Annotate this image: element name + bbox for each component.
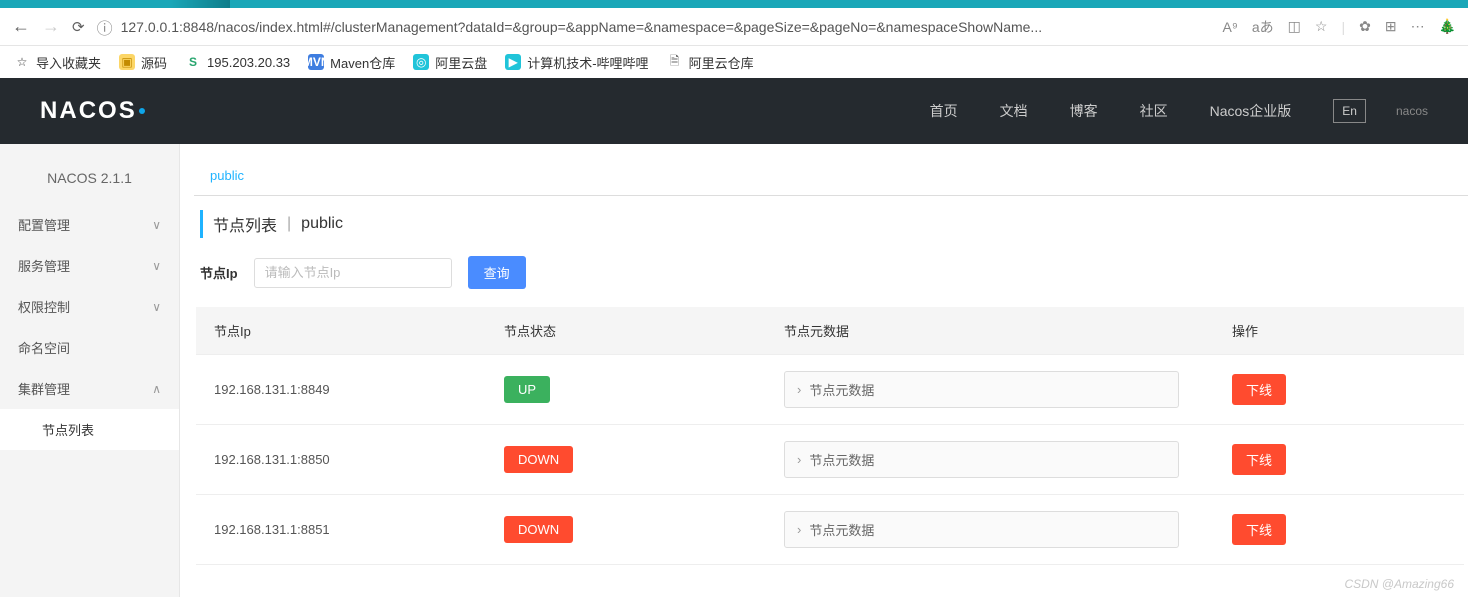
bookmark-folder-source[interactable]: ▣源码 — [119, 53, 167, 72]
nav-community[interactable]: 社区 — [1140, 101, 1168, 121]
col-action: 操作 — [1214, 307, 1464, 355]
namespace-tab-public[interactable]: public — [204, 158, 250, 195]
cell-meta: ›节点元数据 — [766, 425, 1214, 495]
table-row: 192.168.131.1:8851 DOWN ›节点元数据 下线 — [196, 495, 1464, 565]
nav-blog[interactable]: 博客 — [1070, 101, 1098, 121]
read-aloud-icon[interactable]: A⁹ — [1223, 19, 1238, 35]
bookmark-ip[interactable]: S195.203.20.33 — [185, 54, 290, 70]
address-bar[interactable]: ⓘ 127.0.0.1:8848/nacos/index.html#/clust… — [97, 15, 1211, 39]
metadata-toggle[interactable]: ›节点元数据 — [784, 441, 1179, 478]
browser-tab-strip — [0, 0, 1468, 8]
sidebar-item-config[interactable]: 配置管理∨ — [0, 204, 179, 245]
col-meta: 节点元数据 — [766, 307, 1214, 355]
col-ip: 节点Ip — [196, 307, 486, 355]
cell-meta: ›节点元数据 — [766, 495, 1214, 565]
cell-status: DOWN — [486, 495, 766, 565]
translate-icon[interactable]: aあ — [1252, 17, 1274, 37]
sidebar-item-cluster[interactable]: 集群管理∧ — [0, 368, 179, 409]
metadata-toggle[interactable]: ›节点元数据 — [784, 371, 1179, 408]
bookmark-bar: ☆导入收藏夹 ▣源码 S195.203.20.33 MVNMaven仓库 ◎阿里… — [0, 46, 1468, 78]
bookmark-aliyun[interactable]: ◎阿里云盘 — [413, 53, 487, 72]
status-badge: DOWN — [504, 516, 573, 543]
sidebar-title: NACOS 2.1.1 — [0, 158, 179, 204]
browser-toolbar: ← → ⟳ ⓘ 127.0.0.1:8848/nacos/index.html#… — [0, 8, 1468, 46]
offline-button[interactable]: 下线 — [1232, 514, 1286, 545]
chevron-up-icon: ∧ — [152, 382, 161, 396]
favorite-icon[interactable]: ☆ — [1315, 18, 1328, 35]
header-nav: 首页 文档 博客 社区 Nacos企业版 En — [930, 99, 1366, 123]
cell-status: DOWN — [486, 425, 766, 495]
node-table: 节点Ip 节点状态 节点元数据 操作 192.168.131.1:8849 UP ›… — [196, 307, 1464, 565]
search-label: 节点Ip — [200, 263, 238, 282]
cell-meta: ›节点元数据 — [766, 355, 1214, 425]
browser-actions: A⁹ aあ ◫ ☆ | ✿ ⊞ ⋯ 🎄 — [1223, 17, 1456, 37]
cell-ip: 192.168.131.1:8851 — [196, 495, 486, 565]
chevron-right-icon: › — [797, 452, 801, 467]
refresh-button[interactable]: ⟳ — [72, 18, 85, 36]
node-ip-input[interactable] — [254, 258, 452, 288]
app-header: NACOS 首页 文档 博客 社区 Nacos企业版 En nacos — [0, 78, 1468, 144]
folder-icon: ▣ — [119, 54, 135, 70]
cell-status: UP — [486, 355, 766, 425]
sidebar: NACOS 2.1.1 配置管理∨ 服务管理∨ 权限控制∨ 命名空间 集群管理∧… — [0, 144, 180, 597]
sidebar-item-service[interactable]: 服务管理∨ — [0, 245, 179, 286]
bookmark-aliyun-repo[interactable]: 🗎阿里云仓库 — [667, 53, 754, 72]
status-badge: UP — [504, 376, 550, 403]
bilibili-icon: ▶ — [505, 54, 521, 70]
offline-button[interactable]: 下线 — [1232, 444, 1286, 475]
bookmark-bilibili[interactable]: ▶计算机技术-哔哩哔哩 — [505, 53, 648, 72]
namespace-tabs: public — [194, 158, 1468, 195]
main-content: public 节点列表 | public 节点Ip 查询 节点Ip 节点状态 节… — [180, 144, 1468, 597]
search-button[interactable]: 查询 — [468, 256, 526, 289]
sidebar-item-namespace[interactable]: 命名空间 — [0, 327, 179, 368]
nav-home[interactable]: 首页 — [930, 101, 958, 121]
back-button[interactable]: ← — [12, 16, 30, 37]
page-title: 节点列表 | public — [200, 210, 1468, 238]
chevron-right-icon: › — [797, 522, 801, 537]
cell-action: 下线 — [1214, 425, 1464, 495]
bookmark-maven[interactable]: MVNMaven仓库 — [308, 53, 395, 72]
offline-button[interactable]: 下线 — [1232, 374, 1286, 405]
nav-enterprise[interactable]: Nacos企业版 — [1210, 101, 1292, 121]
forward-button[interactable]: → — [42, 16, 60, 37]
bookmark-import[interactable]: ☆导入收藏夹 — [14, 53, 101, 72]
doc-icon: 🗎 — [667, 54, 683, 70]
site-info-icon[interactable]: ⓘ — [97, 15, 113, 39]
cell-ip: 192.168.131.1:8850 — [196, 425, 486, 495]
import-icon: ☆ — [14, 54, 30, 70]
status-badge: DOWN — [504, 446, 573, 473]
table-row: 192.168.131.1:8850 DOWN ›节点元数据 下线 — [196, 425, 1464, 495]
divider — [194, 195, 1468, 196]
chevron-right-icon: › — [797, 382, 801, 397]
nav-docs[interactable]: 文档 — [1000, 101, 1028, 121]
globe-icon: S — [185, 54, 201, 70]
extension-icon[interactable]: ✿ — [1359, 18, 1371, 35]
col-status: 节点状态 — [486, 307, 766, 355]
cell-action: 下线 — [1214, 355, 1464, 425]
cell-ip: 192.168.131.1:8849 — [196, 355, 486, 425]
sidebar-item-permission[interactable]: 权限控制∨ — [0, 286, 179, 327]
search-form: 节点Ip 查询 — [194, 256, 1468, 307]
chevron-down-icon: ∨ — [152, 259, 161, 273]
collections-icon[interactable]: ⊞ — [1385, 18, 1397, 35]
nacos-logo[interactable]: NACOS — [40, 97, 145, 125]
lang-switch[interactable]: En — [1333, 99, 1366, 123]
url-text: 127.0.0.1:8848/nacos/index.html#/cluster… — [121, 19, 1043, 35]
watermark: CSDN @Amazing66 — [1344, 577, 1454, 591]
aliyun-icon: ◎ — [413, 54, 429, 70]
chevron-down-icon: ∨ — [152, 300, 161, 314]
maven-icon: MVN — [308, 54, 324, 70]
sidebar-sub-nodelist[interactable]: 节点列表 — [0, 409, 179, 450]
table-row: 192.168.131.1:8849 UP ›节点元数据 下线 — [196, 355, 1464, 425]
chevron-down-icon: ∨ — [152, 218, 161, 232]
metadata-toggle[interactable]: ›节点元数据 — [784, 511, 1179, 548]
more-icon[interactable]: ⋯ — [1411, 18, 1425, 35]
header-extra: nacos — [1396, 104, 1428, 118]
split-icon[interactable]: ◫ — [1288, 18, 1301, 35]
profile-icon[interactable]: 🎄 — [1439, 18, 1456, 35]
cell-action: 下线 — [1214, 495, 1464, 565]
